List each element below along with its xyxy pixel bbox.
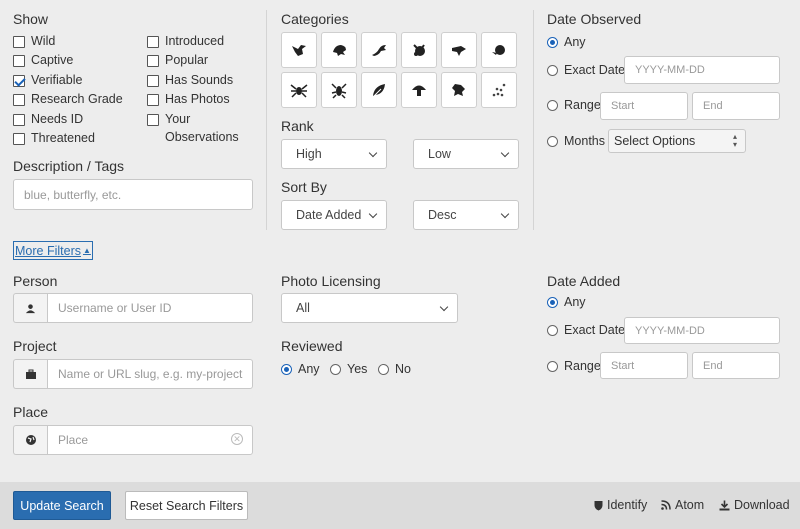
- divider: [266, 10, 267, 230]
- divider: [533, 10, 534, 230]
- needs-id-checkbox[interactable]: Needs ID: [13, 112, 83, 126]
- date-added-range-radio[interactable]: Range: [547, 359, 601, 373]
- chevron-down-icon: [500, 148, 510, 157]
- date-added-start-input[interactable]: Start: [600, 352, 688, 379]
- fungi-icon[interactable]: [401, 72, 437, 108]
- clear-icon[interactable]: ✕: [231, 433, 243, 445]
- description-input[interactable]: blue, butterfly, etc.: [13, 179, 253, 210]
- date-added-exact-radio[interactable]: Exact Date: [547, 323, 625, 337]
- date-added-exact-input[interactable]: YYYY-MM-DD: [624, 317, 780, 344]
- date-observed-exact-input[interactable]: YYYY-MM-DD: [624, 56, 780, 84]
- update-search-button[interactable]: Update Search: [13, 491, 111, 520]
- introduced-checkbox[interactable]: Introduced: [147, 34, 224, 48]
- rank-high-select[interactable]: High: [281, 139, 387, 169]
- rss-icon: [661, 500, 671, 510]
- date-added-end-input[interactable]: End: [692, 352, 780, 379]
- updown-icon: ▴ ▾: [732, 132, 737, 149]
- mollusk-icon[interactable]: [481, 32, 517, 68]
- categories-heading: Categories: [281, 11, 349, 27]
- fish-icon[interactable]: [441, 32, 477, 68]
- photo-licensing-select[interactable]: All: [281, 293, 458, 323]
- download-link[interactable]: Download: [719, 498, 790, 512]
- atom-link[interactable]: Atom: [661, 498, 704, 512]
- unknown-icon[interactable]: [481, 72, 517, 108]
- has-sounds-checkbox[interactable]: Has Sounds: [147, 73, 233, 87]
- research-grade-checkbox[interactable]: Research Grade: [13, 92, 123, 106]
- mammal-icon[interactable]: [401, 32, 437, 68]
- rank-heading: Rank: [281, 118, 314, 134]
- reviewed-no-radio[interactable]: No: [378, 362, 411, 376]
- date-observed-exact-radio[interactable]: Exact Date: [547, 63, 625, 77]
- reviewed-any-radio[interactable]: Any: [281, 362, 320, 376]
- date-added-any-radio[interactable]: Any: [547, 295, 586, 309]
- sort-heading: Sort By: [281, 179, 327, 195]
- months-select[interactable]: Select Options ▴ ▾: [608, 129, 746, 153]
- chevron-down-icon: [368, 209, 378, 218]
- place-input[interactable]: Place: [47, 425, 253, 455]
- reviewed-yes-radio[interactable]: Yes: [330, 362, 367, 376]
- date-observed-any-radio[interactable]: Any: [547, 35, 586, 49]
- has-photos-checkbox[interactable]: Has Photos: [147, 92, 230, 106]
- protozoa-icon[interactable]: [441, 72, 477, 108]
- date-observed-range-radio[interactable]: Range: [547, 98, 601, 112]
- place-heading: Place: [13, 404, 49, 420]
- caret-up-icon: ▲: [82, 246, 91, 255]
- amphibian-icon[interactable]: [321, 32, 357, 68]
- insect-icon[interactable]: [321, 72, 357, 108]
- date-observed-end-input[interactable]: End: [692, 92, 780, 120]
- chevron-down-icon: [439, 302, 449, 311]
- sort-field-select[interactable]: Date Added: [281, 200, 387, 230]
- wild-checkbox[interactable]: Wild: [13, 34, 55, 48]
- chevron-down-icon: [368, 148, 378, 157]
- briefcase-icon: [13, 359, 47, 389]
- chevron-down-icon: [500, 209, 510, 218]
- globe-icon: [13, 425, 47, 455]
- threatened-checkbox[interactable]: Threatened: [13, 131, 95, 145]
- more-filters-toggle[interactable]: More Filters ▲: [13, 241, 93, 260]
- date-observed-months-radio[interactable]: Months: [547, 134, 605, 148]
- reviewed-heading: Reviewed: [281, 338, 343, 354]
- date-observed-start-input[interactable]: Start: [600, 92, 688, 120]
- bird-icon[interactable]: [281, 32, 317, 68]
- reptile-icon[interactable]: [361, 32, 397, 68]
- your-observations-checkbox[interactable]: Your Observations: [147, 112, 239, 146]
- person-heading: Person: [13, 273, 58, 289]
- popular-checkbox[interactable]: Popular: [147, 53, 208, 67]
- captive-checkbox[interactable]: Captive: [13, 53, 73, 67]
- project-heading: Project: [13, 338, 57, 354]
- verifiable-checkbox[interactable]: Verifiable: [13, 73, 82, 87]
- show-heading: Show: [13, 11, 49, 27]
- description-heading: Description / Tags: [13, 158, 125, 174]
- plant-icon[interactable]: [361, 72, 397, 108]
- photo-licensing-heading: Photo Licensing: [281, 273, 381, 289]
- shield-icon: [594, 500, 603, 510]
- user-icon: [13, 293, 47, 323]
- reset-search-filters-button[interactable]: Reset Search Filters: [125, 491, 248, 520]
- identify-link[interactable]: Identify: [594, 498, 647, 512]
- rank-low-select[interactable]: Low: [413, 139, 519, 169]
- date-added-heading: Date Added: [547, 273, 621, 289]
- date-observed-heading: Date Observed: [547, 11, 642, 27]
- download-icon: [719, 500, 730, 510]
- arachnid-icon[interactable]: [281, 72, 317, 108]
- project-input[interactable]: Name or URL slug, e.g. my-project: [47, 359, 253, 389]
- person-input[interactable]: Username or User ID: [47, 293, 253, 323]
- sort-order-select[interactable]: Desc: [413, 200, 519, 230]
